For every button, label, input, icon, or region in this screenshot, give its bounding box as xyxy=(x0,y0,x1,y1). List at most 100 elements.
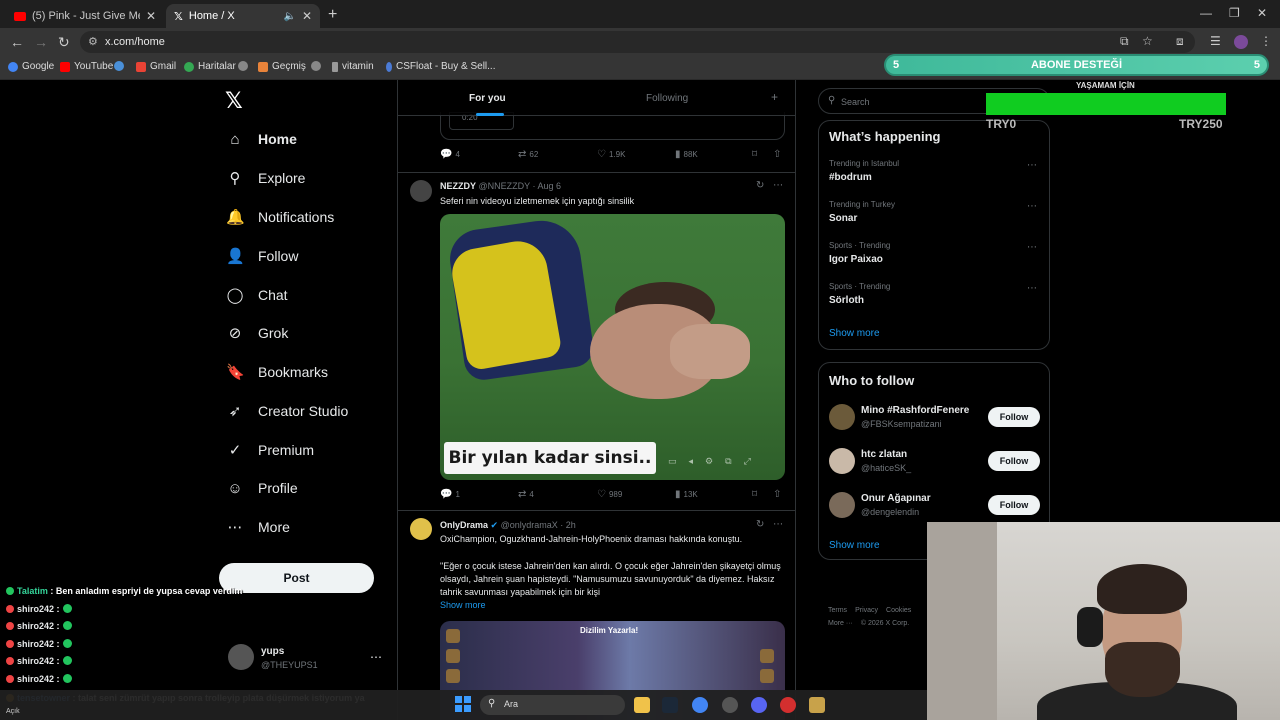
site-info-icon[interactable]: ⚙ xyxy=(88,35,98,48)
speaker-icon[interactable]: 🔈 xyxy=(283,11,295,22)
trend-name[interactable]: Sörloth xyxy=(829,295,864,306)
nav-item-explore[interactable]: ⚲ Explore xyxy=(226,163,306,193)
tweet-time[interactable]: · 2h xyxy=(560,520,576,530)
new-tab-icon[interactable]: + xyxy=(328,6,337,24)
views-button[interactable]: ▮ 13K xyxy=(675,489,698,500)
fullscreen-icon[interactable]: ⤢ xyxy=(744,456,751,467)
browser-tab-youtube[interactable]: (5) Pink - Just Give Me A Reaso ✕ xyxy=(6,4,164,28)
suggested-user-name[interactable]: htc zlatan xyxy=(861,449,907,460)
cast-icon[interactable]: ⧉ xyxy=(1120,34,1129,49)
follow-button[interactable]: Follow xyxy=(988,451,1040,471)
nav-item-notifications[interactable]: 🔔 Notifications xyxy=(226,202,334,232)
avatar[interactable] xyxy=(829,404,855,430)
footer-link-privacy[interactable]: Privacy xyxy=(855,607,878,614)
nav-item-profile[interactable]: ☺ Profile xyxy=(226,473,297,503)
nav-item-bookmarks[interactable]: 🔖 Bookmarks xyxy=(226,357,328,387)
nav-item-grok[interactable]: ⊘ Grok xyxy=(226,318,289,348)
nav-item-chat[interactable]: ◯ Chat xyxy=(226,280,288,310)
nav-item-follow[interactable]: 👤 Follow xyxy=(226,241,298,271)
quoted-tweet-card[interactable]: 0:20 xyxy=(440,112,785,140)
bookmark-csfloat[interactable]: CSFloat - Buy & Sell... xyxy=(386,61,495,72)
bookmark-globe[interactable] xyxy=(238,61,248,71)
nav-item-premium[interactable]: ✓ Premium xyxy=(226,435,314,465)
steam-icon[interactable] xyxy=(662,697,678,713)
suggested-user-handle[interactable]: @FBSKsempatizani xyxy=(861,419,942,429)
bookmark-steam[interactable] xyxy=(114,61,124,71)
discord-icon[interactable] xyxy=(751,697,767,713)
grok-icon[interactable]: ↻ xyxy=(756,180,764,191)
file-explorer-icon[interactable] xyxy=(634,697,650,713)
account-switcher[interactable]: yups @THEYUPS1 ⋯ xyxy=(228,644,388,674)
more-dots-icon[interactable]: ⋯ xyxy=(773,519,783,530)
reading-list-icon[interactable]: ☰ xyxy=(1210,34,1221,48)
more-dots-icon[interactable]: ⋯ xyxy=(773,180,783,191)
like-button[interactable]: ♡ 989 xyxy=(597,489,622,500)
browser-tab-x[interactable]: 𝕏 Home / X 🔈 ✕ xyxy=(166,4,320,28)
views-button[interactable]: ▮ 88K xyxy=(675,149,698,160)
share-button[interactable]: ⇧ xyxy=(773,489,781,500)
windows-start-icon[interactable] xyxy=(455,696,471,712)
show-more-link[interactable]: Show more xyxy=(829,328,880,339)
bookmark-maps[interactable]: Haritalar xyxy=(184,61,236,72)
captions-icon[interactable]: ▭ xyxy=(668,456,677,467)
star-icon[interactable]: ☆ xyxy=(1142,34,1153,48)
suggested-user-name[interactable]: Mino #RashfordFenere xyxy=(861,405,969,416)
menu-icon[interactable]: ⋮ xyxy=(1260,34,1272,48)
repost-button[interactable]: ⇄ 62 xyxy=(518,149,538,160)
more-dots-icon[interactable]: ⋯ xyxy=(1027,283,1037,294)
follow-button[interactable]: Follow xyxy=(988,407,1040,427)
pip-icon[interactable]: ⧉ xyxy=(725,456,731,467)
bookmark-youtube[interactable]: YouTube xyxy=(60,61,113,72)
footer-link-terms[interactable]: Terms xyxy=(828,607,847,614)
avatar[interactable] xyxy=(410,518,432,540)
extensions-icon[interactable]: ⧈ xyxy=(1176,34,1184,49)
obs-icon[interactable] xyxy=(722,697,738,713)
more-dots-icon[interactable]: ⋯ xyxy=(1027,160,1037,171)
more-dots-icon[interactable]: ⋯ xyxy=(1027,242,1037,253)
app-icon[interactable] xyxy=(809,697,825,713)
author-handle[interactable]: @NNEZZDY xyxy=(479,181,530,191)
address-bar[interactable]: ⚙ x.com/home xyxy=(80,31,1195,53)
follow-button[interactable]: Follow xyxy=(988,495,1040,515)
reload-icon[interactable]: ↻ xyxy=(58,34,70,51)
show-more-link[interactable]: Show more xyxy=(829,540,880,551)
close-tab-icon[interactable]: ✕ xyxy=(302,9,312,23)
settings-gear-icon[interactable]: ⚙ xyxy=(705,456,713,467)
tweet-video[interactable]: Bir yılan kadar sinsi.. ▭ ◂ ⚙ ⧉ ⤢ xyxy=(440,214,785,480)
back-icon[interactable]: ← xyxy=(10,34,24,50)
bookmark-gmail[interactable]: Gmail xyxy=(136,61,176,72)
bookmark-history[interactable]: Geçmiş xyxy=(258,61,306,72)
show-more-link[interactable]: Show more xyxy=(440,600,486,610)
bookmark-button[interactable]: ⌑ xyxy=(752,149,757,160)
suggested-user-handle[interactable]: @haticeSK_ xyxy=(861,463,911,473)
nav-item-home[interactable]: ⌂ Home xyxy=(226,124,296,154)
more-dots-icon[interactable]: ⋯ xyxy=(370,650,382,664)
author-handle[interactable]: @onlydramaX xyxy=(501,520,558,530)
chrome-icon[interactable] xyxy=(692,697,708,713)
bookmark-vitamin[interactable]: vitamin xyxy=(332,61,374,72)
tweet-time[interactable]: · Aug 6 xyxy=(533,181,562,191)
x-logo-icon[interactable]: 𝕏 xyxy=(225,88,243,114)
nav-item-creator-studio[interactable]: ➶ Creator Studio xyxy=(226,396,349,426)
taskbar-search[interactable]: ⚲ Ara xyxy=(480,695,625,715)
reply-button[interactable]: 💬 1 xyxy=(440,489,460,500)
suggested-user-handle[interactable]: @dengelendin xyxy=(861,507,919,517)
tab-for-you[interactable]: For you xyxy=(469,93,506,104)
author-name[interactable]: OnlyDrama xyxy=(440,520,488,530)
add-feed-icon[interactable]: + xyxy=(771,90,778,104)
bookmark-globe-2[interactable] xyxy=(311,61,321,71)
like-button[interactable]: ♡ 1.9K xyxy=(597,149,625,160)
tab-following[interactable]: Following xyxy=(646,93,688,104)
avatar[interactable] xyxy=(410,180,432,202)
window-close-icon[interactable]: ✕ xyxy=(1257,6,1267,20)
grok-icon[interactable]: ↻ xyxy=(756,519,764,530)
volume-icon[interactable]: ◂ xyxy=(689,456,694,467)
minimize-icon[interactable]: — xyxy=(1200,6,1212,20)
avatar[interactable] xyxy=(829,492,855,518)
share-button[interactable]: ⇧ xyxy=(773,149,781,160)
bookmark-google[interactable]: Google xyxy=(8,61,54,72)
author-name[interactable]: NEZZDY xyxy=(440,181,476,191)
footer-link-cookies[interactable]: Cookies xyxy=(886,607,911,614)
avatar[interactable] xyxy=(829,448,855,474)
nav-item-more[interactable]: ⋯ More xyxy=(226,512,290,542)
